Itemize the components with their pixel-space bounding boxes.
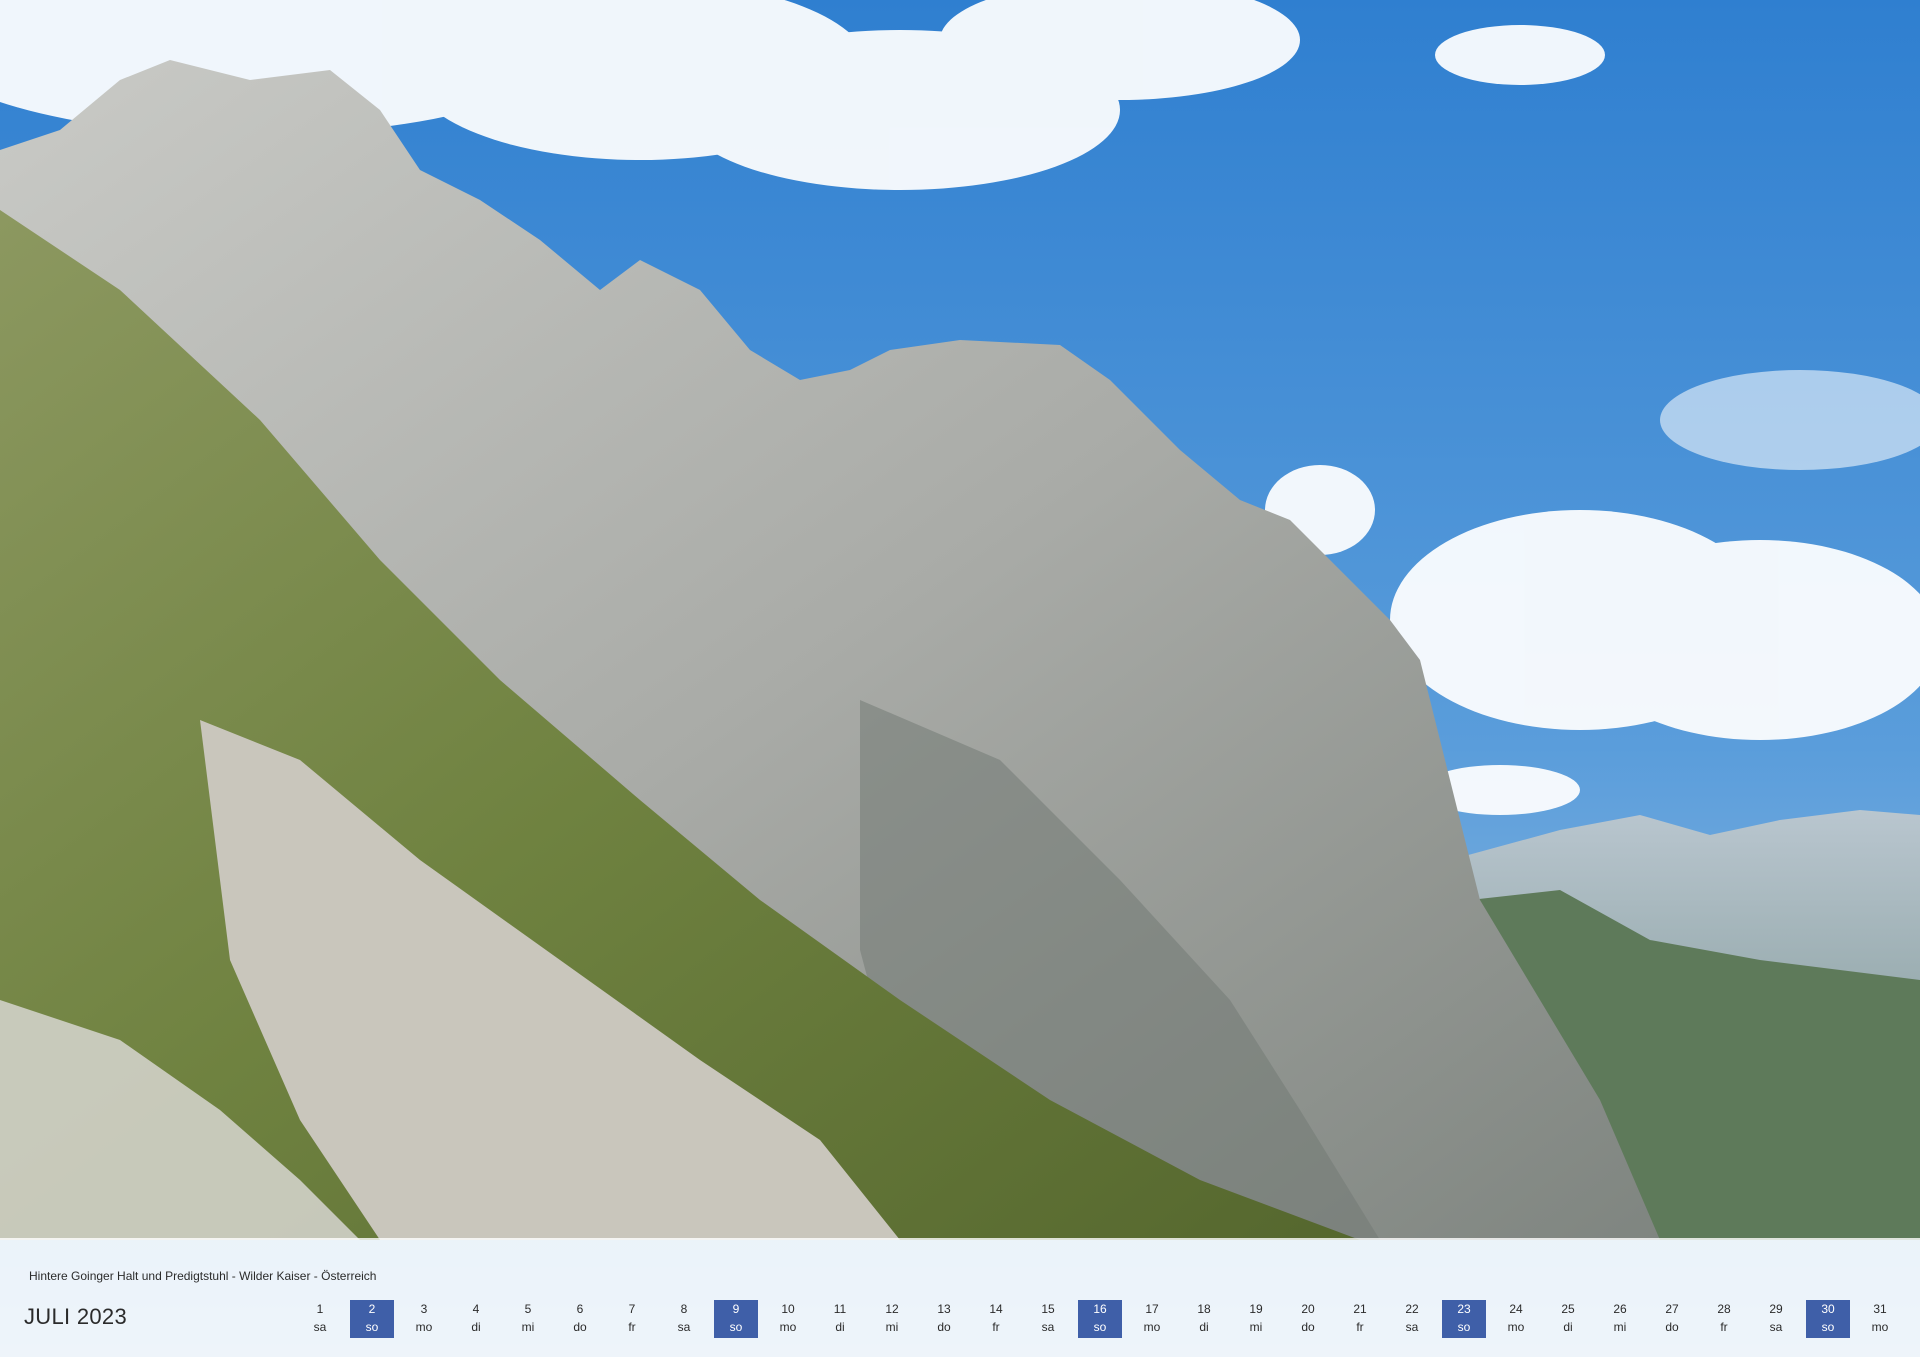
day-cell-27: 27 do (1650, 1300, 1694, 1338)
day-cell-3: 3 mo (402, 1300, 446, 1338)
day-number: 10 (781, 1302, 795, 1316)
weekday-label: do (1665, 1320, 1679, 1334)
weekday-label: so (729, 1320, 743, 1334)
weekday-label: so (1457, 1320, 1471, 1334)
day-number: 12 (885, 1302, 899, 1316)
day-cell-17: 17 mo (1130, 1300, 1174, 1338)
day-number: 28 (1717, 1302, 1731, 1316)
weekday-label: mo (779, 1320, 797, 1334)
day-cell-20: 20 do (1286, 1300, 1330, 1338)
day-number: 14 (989, 1302, 1003, 1316)
day-cell-2: 2 so (350, 1300, 394, 1338)
day-cell-12: 12 mi (870, 1300, 914, 1338)
weekday-label: mo (1143, 1320, 1161, 1334)
day-cell-31: 31 mo (1858, 1300, 1902, 1338)
photo-caption: Hintere Goinger Halt und Predigtstuhl - … (29, 1269, 377, 1283)
day-cell-13: 13 do (922, 1300, 966, 1338)
day-cell-9: 9 so (714, 1300, 758, 1338)
weekday-label: fr (1720, 1320, 1728, 1334)
day-number: 5 (524, 1302, 532, 1316)
weekday-label: do (937, 1320, 951, 1334)
day-number: 20 (1301, 1302, 1315, 1316)
weekday-label: do (1301, 1320, 1315, 1334)
day-number: 4 (472, 1302, 480, 1316)
day-cell-4: 4 di (454, 1300, 498, 1338)
weekday-label: di (835, 1320, 845, 1334)
weekday-label: di (471, 1320, 481, 1334)
day-number: 2 (368, 1302, 376, 1316)
day-number: 6 (576, 1302, 584, 1316)
day-cell-5: 5 mi (506, 1300, 550, 1338)
weekday-label: sa (1405, 1320, 1419, 1334)
day-number: 26 (1613, 1302, 1627, 1316)
mountain-photo (0, 0, 1920, 1357)
weekday-label: so (1093, 1320, 1107, 1334)
day-cell-26: 26 mi (1598, 1300, 1642, 1338)
weekday-label: di (1199, 1320, 1209, 1334)
day-cell-6: 6 do (558, 1300, 602, 1338)
day-number: 15 (1041, 1302, 1055, 1316)
day-number: 19 (1249, 1302, 1263, 1316)
day-cell-30: 30 so (1806, 1300, 1850, 1338)
day-cell-14: 14 fr (974, 1300, 1018, 1338)
day-cell-11: 11 di (818, 1300, 862, 1338)
day-number: 8 (680, 1302, 688, 1316)
day-number: 22 (1405, 1302, 1419, 1316)
day-cell-1: 1 sa (298, 1300, 342, 1338)
day-number: 29 (1769, 1302, 1783, 1316)
day-number: 9 (732, 1302, 740, 1316)
weekday-label: sa (1041, 1320, 1055, 1334)
weekday-label: fr (628, 1320, 636, 1334)
day-number: 30 (1821, 1302, 1835, 1316)
day-cell-8: 8 sa (662, 1300, 706, 1338)
day-cell-7: 7 fr (610, 1300, 654, 1338)
day-cell-22: 22 sa (1390, 1300, 1434, 1338)
day-number: 24 (1509, 1302, 1523, 1316)
day-number: 3 (420, 1302, 428, 1316)
weekday-label: mi (1613, 1320, 1627, 1334)
day-number: 1 (316, 1302, 324, 1316)
day-cell-15: 15 sa (1026, 1300, 1070, 1338)
day-cell-24: 24 mo (1494, 1300, 1538, 1338)
day-number: 23 (1457, 1302, 1471, 1316)
weekday-label: mo (1871, 1320, 1889, 1334)
day-cell-16: 16 so (1078, 1300, 1122, 1338)
day-cell-18: 18 di (1182, 1300, 1226, 1338)
day-cell-10: 10 mo (766, 1300, 810, 1338)
weekday-label: sa (677, 1320, 691, 1334)
weekday-label: sa (1769, 1320, 1783, 1334)
day-number: 7 (628, 1302, 636, 1316)
day-number: 17 (1145, 1302, 1159, 1316)
day-cell-28: 28 fr (1702, 1300, 1746, 1338)
month-title: JULI 2023 (24, 1304, 127, 1329)
calendar-band (0, 1238, 1920, 1357)
day-cell-29: 29 sa (1754, 1300, 1798, 1338)
day-cell-25: 25 di (1546, 1300, 1590, 1338)
day-number: 13 (937, 1302, 951, 1316)
day-number: 18 (1197, 1302, 1211, 1316)
day-cell-19: 19 mi (1234, 1300, 1278, 1338)
day-number: 16 (1093, 1302, 1107, 1316)
weekday-label: so (1821, 1320, 1835, 1334)
weekday-label: do (573, 1320, 587, 1334)
day-number: 31 (1873, 1302, 1887, 1316)
weekday-label: mi (521, 1320, 535, 1334)
day-number: 25 (1561, 1302, 1575, 1316)
day-number: 11 (833, 1302, 847, 1316)
weekday-label: di (1563, 1320, 1573, 1334)
weekday-label: mi (885, 1320, 899, 1334)
day-number: 27 (1665, 1302, 1679, 1316)
weekday-label: fr (1356, 1320, 1364, 1334)
day-number: 21 (1353, 1302, 1367, 1316)
weekday-label: mi (1249, 1320, 1263, 1334)
weekday-label: mo (415, 1320, 433, 1334)
day-cell-23: 23 so (1442, 1300, 1486, 1338)
weekday-label: sa (313, 1320, 327, 1334)
weekday-label: fr (992, 1320, 1000, 1334)
day-cell-21: 21 fr (1338, 1300, 1382, 1338)
weekday-label: so (365, 1320, 379, 1334)
weekday-label: mo (1507, 1320, 1525, 1334)
